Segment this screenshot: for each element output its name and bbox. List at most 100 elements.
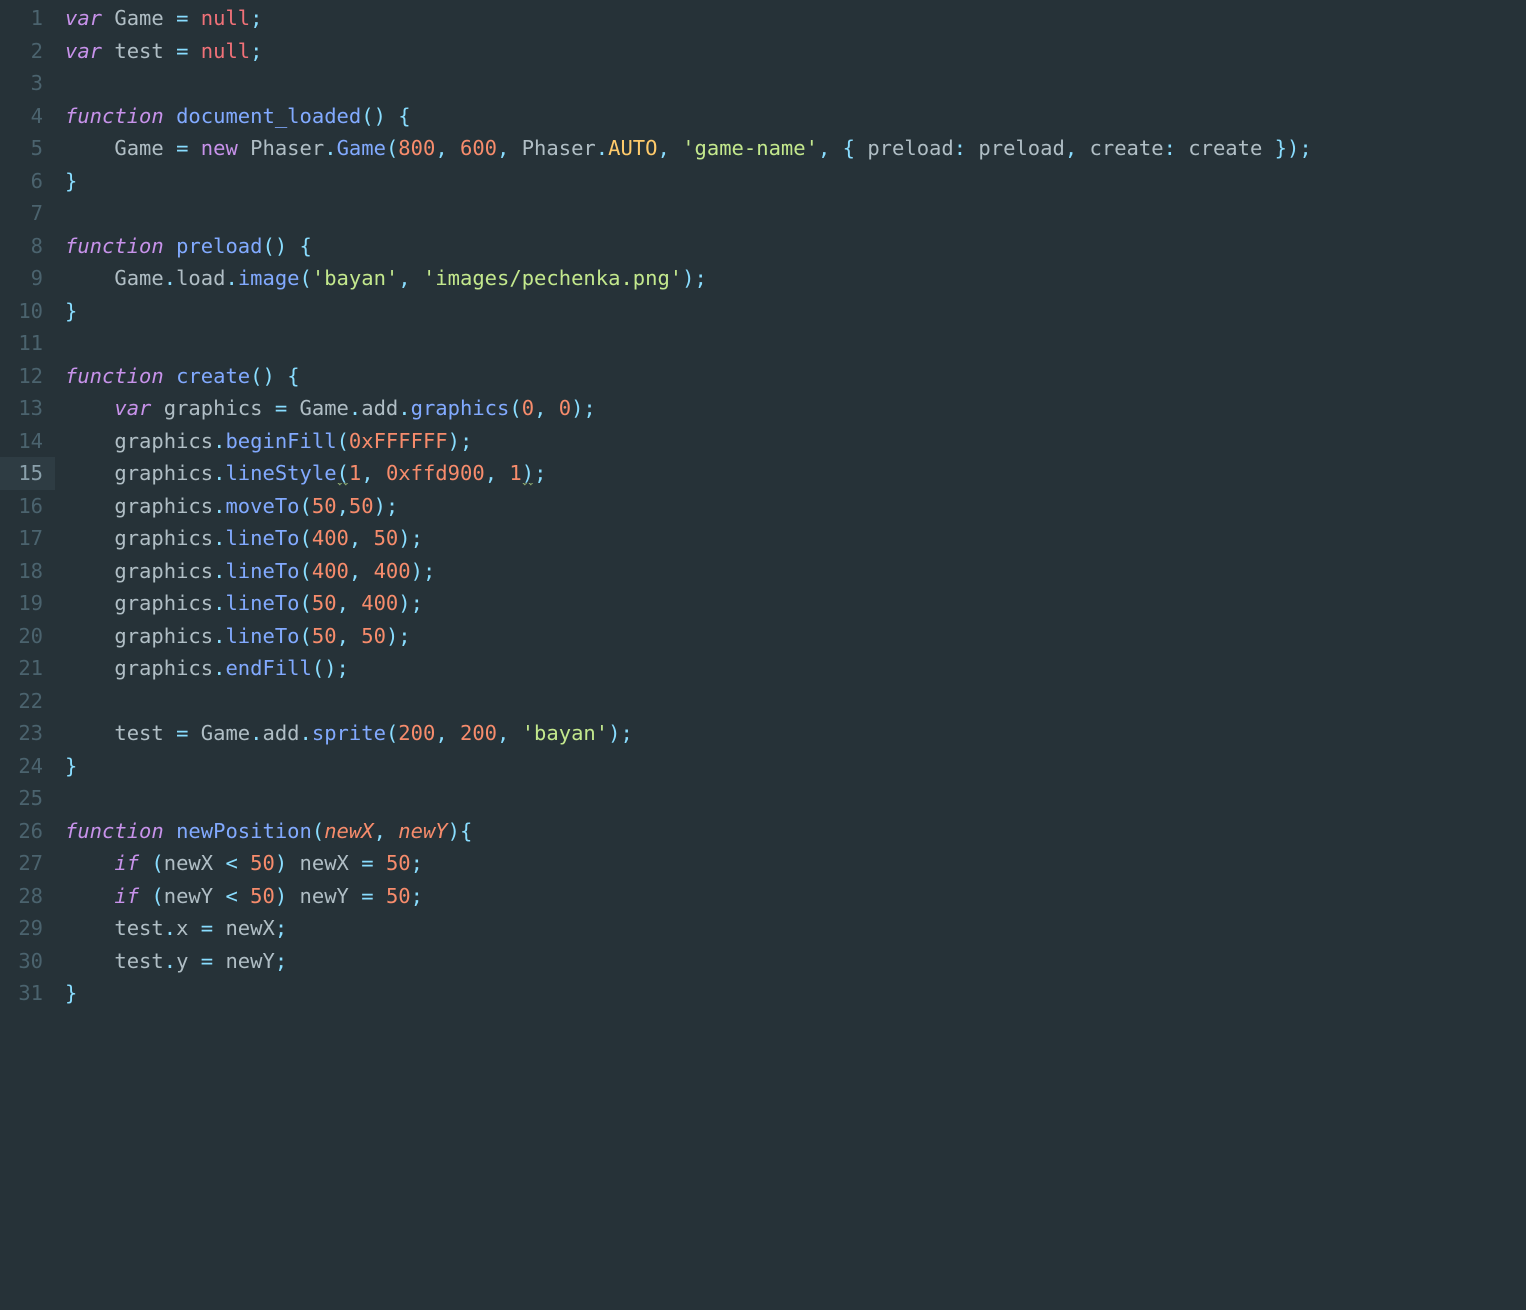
- line-number[interactable]: 31: [0, 977, 55, 1010]
- token-op: ,: [337, 494, 349, 518]
- code-line[interactable]: graphics.beginFill(0xFFFFFF);: [65, 425, 1312, 458]
- line-number[interactable]: 4: [0, 100, 55, 133]
- code-editor[interactable]: 1234567891011121314151617181920212223242…: [0, 0, 1526, 1310]
- code-line[interactable]: test.x = newX;: [65, 912, 1312, 945]
- token-op: ;: [411, 884, 423, 908]
- code-line[interactable]: }: [65, 977, 1312, 1010]
- code-line[interactable]: graphics.lineTo(50, 50);: [65, 620, 1312, 653]
- code-line[interactable]: graphics.lineTo(50, 400);: [65, 587, 1312, 620]
- line-number[interactable]: 27: [0, 847, 55, 880]
- token-num: 50: [349, 494, 374, 518]
- token-sp: [349, 851, 361, 875]
- token-op: ,: [374, 819, 386, 843]
- token-num: 50: [312, 591, 337, 615]
- code-area[interactable]: var Game = null;var test = null; function…: [55, 0, 1312, 1310]
- code-line[interactable]: }: [65, 750, 1312, 783]
- code-line[interactable]: [65, 782, 1312, 815]
- token-op: .: [596, 136, 608, 160]
- line-number-gutter[interactable]: 1234567891011121314151617181920212223242…: [0, 0, 55, 1310]
- token-op-sq: (: [337, 461, 349, 486]
- line-number[interactable]: 16: [0, 490, 55, 523]
- line-number[interactable]: 8: [0, 230, 55, 263]
- token-op: (: [386, 721, 398, 745]
- token-op: :: [1164, 136, 1176, 160]
- token-sp: [213, 851, 225, 875]
- token-kw: function: [65, 234, 164, 258]
- line-number[interactable]: 13: [0, 392, 55, 425]
- code-line[interactable]: graphics.lineStyle(1, 0xffd900, 1);: [65, 457, 1312, 490]
- line-number[interactable]: 25: [0, 782, 55, 815]
- line-number[interactable]: 20: [0, 620, 55, 653]
- line-number[interactable]: 30: [0, 945, 55, 978]
- code-line[interactable]: var graphics = Game.add.graphics(0, 0);: [65, 392, 1312, 425]
- code-line[interactable]: }: [65, 295, 1312, 328]
- code-line[interactable]: test = Game.add.sprite(200, 200, 'bayan'…: [65, 717, 1312, 750]
- line-number[interactable]: 9: [0, 262, 55, 295]
- line-number[interactable]: 26: [0, 815, 55, 848]
- line-number[interactable]: 18: [0, 555, 55, 588]
- code-line[interactable]: if (newX < 50) newX = 50;: [65, 847, 1312, 880]
- code-line[interactable]: if (newY < 50) newY = 50;: [65, 880, 1312, 913]
- code-line[interactable]: graphics.lineTo(400, 50);: [65, 522, 1312, 555]
- line-number[interactable]: 14: [0, 425, 55, 458]
- line-number[interactable]: 19: [0, 587, 55, 620]
- token-op: (: [337, 429, 349, 453]
- line-number[interactable]: 23: [0, 717, 55, 750]
- code-line[interactable]: function create() {: [65, 360, 1312, 393]
- code-line[interactable]: function preload() {: [65, 230, 1312, 263]
- token-prop: load: [176, 266, 225, 290]
- line-number[interactable]: 10: [0, 295, 55, 328]
- token-func: lineTo: [225, 591, 299, 615]
- code-line[interactable]: test.y = newY;: [65, 945, 1312, 978]
- token-op: ,: [534, 396, 546, 420]
- line-number[interactable]: 6: [0, 165, 55, 198]
- token-op: ,: [435, 721, 447, 745]
- token-op: .: [398, 396, 410, 420]
- token-op: (: [151, 884, 163, 908]
- token-ident: Phaser: [250, 136, 324, 160]
- token-num: 50: [386, 884, 411, 908]
- code-line[interactable]: var Game = null;: [65, 2, 1312, 35]
- line-number[interactable]: 1: [0, 2, 55, 35]
- code-line[interactable]: graphics.endFill();: [65, 652, 1312, 685]
- line-number[interactable]: 22: [0, 685, 55, 718]
- code-line[interactable]: [65, 67, 1312, 100]
- token-ident: Phaser: [522, 136, 596, 160]
- token-ident: newX: [225, 916, 274, 940]
- token-sp: [65, 591, 114, 615]
- token-sp: [164, 6, 176, 30]
- code-line[interactable]: [65, 685, 1312, 718]
- token-op: .: [213, 429, 225, 453]
- token-sp: [65, 429, 114, 453]
- token-ident: graphics: [114, 591, 213, 615]
- code-line[interactable]: Game = new Phaser.Game(800, 600, Phaser.…: [65, 132, 1312, 165]
- code-line[interactable]: graphics.moveTo(50,50);: [65, 490, 1312, 523]
- line-number[interactable]: 15: [0, 457, 55, 490]
- line-number[interactable]: 7: [0, 197, 55, 230]
- token-ident: graphics: [114, 526, 213, 550]
- token-sp: [65, 916, 114, 940]
- line-number[interactable]: 5: [0, 132, 55, 165]
- line-number[interactable]: 12: [0, 360, 55, 393]
- line-number[interactable]: 29: [0, 912, 55, 945]
- code-line[interactable]: var test = null;: [65, 35, 1312, 68]
- token-op: ,: [497, 136, 509, 160]
- line-number[interactable]: 28: [0, 880, 55, 913]
- code-line[interactable]: }: [65, 165, 1312, 198]
- code-line[interactable]: Game.load.image('bayan', 'images/pechenk…: [65, 262, 1312, 295]
- code-line[interactable]: [65, 197, 1312, 230]
- line-number[interactable]: 3: [0, 67, 55, 100]
- code-line[interactable]: function document_loaded() {: [65, 100, 1312, 133]
- token-op: =: [201, 949, 213, 973]
- code-line[interactable]: function newPosition(newX, newY){: [65, 815, 1312, 848]
- token-sp: [509, 721, 521, 745]
- line-number[interactable]: 21: [0, 652, 55, 685]
- line-number[interactable]: 17: [0, 522, 55, 555]
- code-line[interactable]: graphics.lineTo(400, 400);: [65, 555, 1312, 588]
- token-op: .: [213, 591, 225, 615]
- line-number[interactable]: 2: [0, 35, 55, 68]
- code-line[interactable]: [65, 327, 1312, 360]
- line-number[interactable]: 11: [0, 327, 55, 360]
- token-sp: [386, 104, 398, 128]
- line-number[interactable]: 24: [0, 750, 55, 783]
